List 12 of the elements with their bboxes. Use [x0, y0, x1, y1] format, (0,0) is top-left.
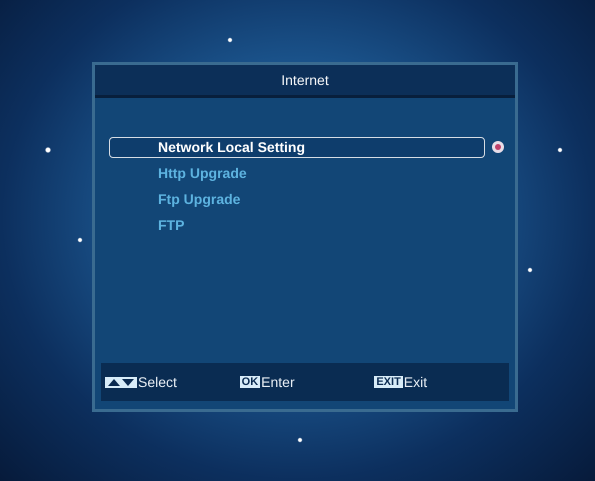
menu-item[interactable]: Ftp Upgrade	[109, 188, 485, 210]
up-down-arrows-icon	[105, 376, 137, 388]
hint-label: Enter	[261, 374, 295, 390]
menu-item[interactable]: Http Upgrade	[109, 162, 485, 184]
key-label: OK	[240, 376, 260, 388]
window-title: Internet	[281, 72, 329, 88]
hint-label: Exit	[404, 374, 428, 390]
radio-dot-icon	[491, 140, 505, 154]
menu-item[interactable]: Network Local Setting	[109, 136, 485, 158]
hint-label: Select	[138, 374, 177, 390]
menu-item[interactable]: FTP	[109, 214, 485, 236]
key-label: EXIT	[374, 376, 403, 388]
